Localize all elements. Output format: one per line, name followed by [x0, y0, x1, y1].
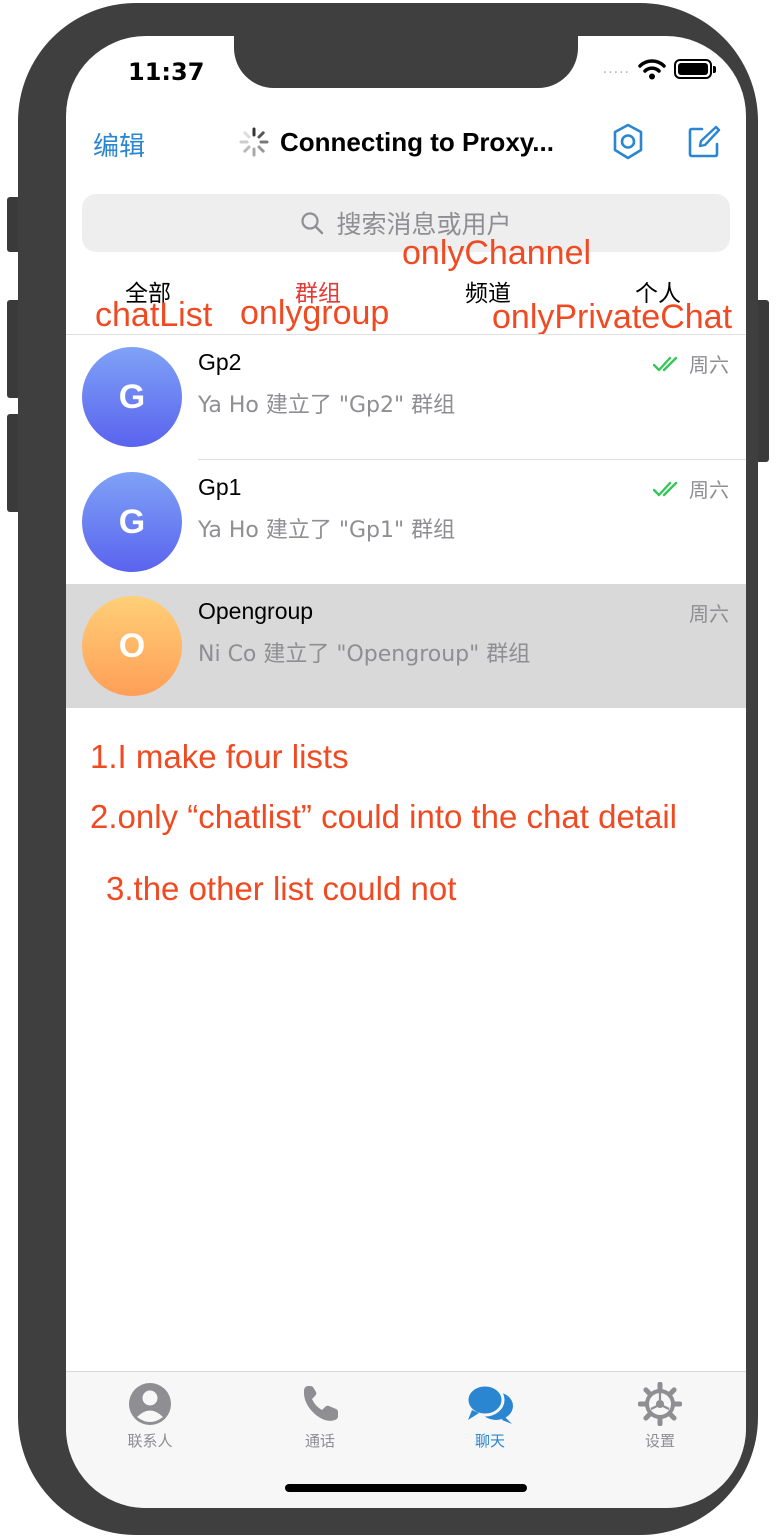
- tab-label: 聊天: [474, 1432, 505, 1450]
- chat-title: Gp2: [198, 349, 242, 375]
- annotation-note-3: 3.the other list could not: [106, 870, 457, 907]
- chat-last-message: Ya Ho 建立了 "Gp2" 群组: [198, 393, 456, 418]
- signal-dots: .....: [602, 61, 630, 77]
- chat-bubbles-icon: [465, 1383, 513, 1424]
- chat-date: 周六: [689, 478, 729, 502]
- chat-title: Opengroup: [198, 598, 314, 624]
- avatar: O: [82, 596, 182, 696]
- tab-label: 通话: [304, 1432, 335, 1450]
- annotation-only-private-chat: onlyPrivateChat: [492, 298, 733, 336]
- spinner-icon: [239, 127, 269, 157]
- edit-button[interactable]: 编辑: [93, 126, 145, 163]
- status-time: 11:37: [128, 58, 205, 86]
- battery-icon: [674, 59, 716, 79]
- tab-settings[interactable]: 设置: [605, 1382, 715, 1451]
- phone-icon: [303, 1386, 338, 1421]
- phone-frame: 11:37 ..... 编辑 Connecting to Proxy... 搜索…: [18, 3, 758, 1535]
- annotation-only-group: onlygroup: [240, 294, 390, 332]
- notch: [234, 36, 578, 88]
- avatar: G: [82, 472, 182, 572]
- chat-last-message: Ni Co 建立了 "Opengroup" 群组: [198, 642, 531, 667]
- nav-bar: 编辑 Connecting to Proxy...: [66, 122, 746, 170]
- person-circle-icon: [129, 1383, 171, 1425]
- tab-bar: 联系人 通话 聊天 设置: [66, 1371, 746, 1508]
- wifi-icon: [638, 59, 666, 80]
- annotation-chat-list: chatList: [95, 296, 213, 334]
- double-check-icon: [653, 481, 678, 496]
- gear-icon: [638, 1382, 682, 1426]
- home-indicator[interactable]: [285, 1484, 527, 1492]
- nav-title: Connecting to Proxy...: [238, 126, 554, 158]
- annotation-only-channel: onlyChannel: [402, 234, 592, 272]
- search-icon: [301, 212, 324, 235]
- chat-row[interactable]: G Gp1 Ya Ho 建立了 "Gp1" 群组 周六: [66, 460, 746, 584]
- double-check-icon: [653, 356, 678, 371]
- chat-meta: 周六: [653, 474, 729, 503]
- connection-status-title: Connecting to Proxy...: [280, 126, 554, 157]
- annotation-note-1: 1.I make four lists: [90, 738, 349, 775]
- proxy-shield-icon[interactable]: [612, 122, 644, 162]
- chat-meta: 周六: [653, 349, 729, 378]
- chat-last-message: Ya Ho 建立了 "Gp1" 群组: [198, 518, 456, 543]
- tab-label: 联系人: [127, 1432, 173, 1450]
- tab-contacts[interactable]: 联系人: [95, 1382, 205, 1451]
- chat-date: 周六: [689, 353, 729, 377]
- avatar: G: [82, 347, 182, 447]
- compose-icon[interactable]: [686, 124, 722, 160]
- chat-title: Gp1: [198, 474, 242, 500]
- chat-row[interactable]: G Gp2 Ya Ho 建立了 "Gp2" 群组 周六: [66, 335, 746, 459]
- phone-screen: 11:37 ..... 编辑 Connecting to Proxy... 搜索…: [66, 36, 746, 1508]
- chat-row-selected[interactable]: O Opengroup Ni Co 建立了 "Opengroup" 群组 周六: [66, 584, 746, 708]
- tab-label: 设置: [644, 1432, 675, 1450]
- annotation-note-2: 2.only “chatlist” could into the chat de…: [90, 798, 677, 835]
- chat-meta: 周六: [689, 598, 729, 627]
- tab-calls[interactable]: 通话: [265, 1382, 375, 1451]
- tab-chats[interactable]: 聊天: [435, 1382, 545, 1451]
- chat-date: 周六: [689, 602, 729, 626]
- status-indicators: .....: [602, 58, 716, 80]
